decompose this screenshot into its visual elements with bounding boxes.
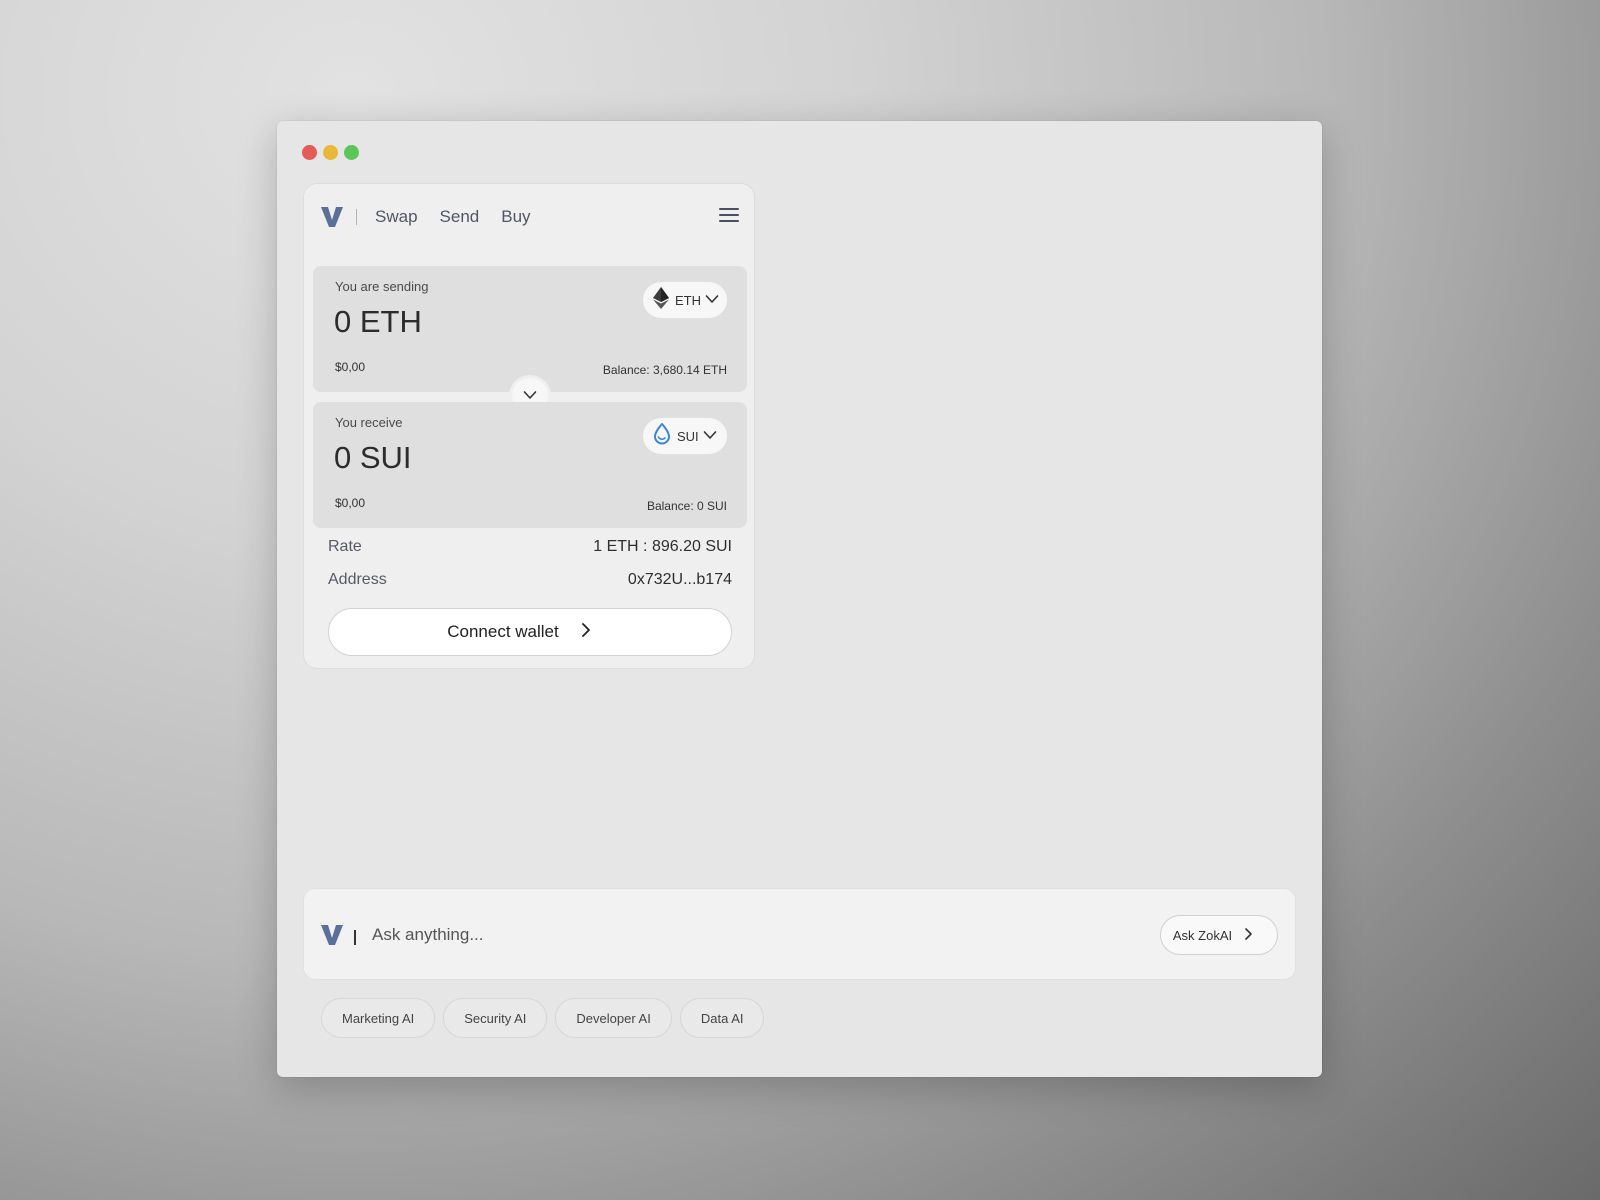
ask-bar: Ask ZokAI	[303, 888, 1296, 980]
send-token-symbol: ETH	[675, 292, 701, 308]
chevron-right-icon	[581, 622, 591, 643]
receive-token-symbol: SUI	[677, 428, 699, 444]
send-panel: You are sending 0 ETH $0,00 Balance: 3,6…	[313, 266, 747, 392]
connect-wallet-button[interactable]: Connect wallet	[328, 608, 732, 656]
send-balance: Balance: 3,680.14 ETH	[602, 363, 727, 377]
chevron-down-icon	[705, 291, 719, 309]
chip-data-ai[interactable]: Data AI	[679, 998, 765, 1038]
address-row: Address 0x732U...b174	[328, 571, 732, 589]
ask-input[interactable]	[370, 917, 1074, 953]
rate-row: Rate 1 ETH : 896.20 SUI	[328, 538, 732, 556]
close-window-button[interactable]	[302, 145, 317, 160]
receive-token-selector[interactable]: SUI	[643, 418, 727, 454]
window-controls	[302, 145, 359, 160]
receive-amount[interactable]: 0 SUI	[334, 440, 412, 476]
swap-card: Swap Send Buy You are sending 0 ETH $0,0…	[303, 183, 755, 669]
suggestion-chips: Marketing AI Security AI Developer AI Da…	[321, 998, 765, 1038]
receive-fiat-value: $0,00	[335, 496, 366, 510]
send-fiat-value: $0,00	[335, 360, 366, 374]
chip-developer-ai[interactable]: Developer AI	[555, 998, 672, 1038]
v-logo-icon[interactable]	[320, 205, 344, 229]
chip-security-ai[interactable]: Security AI	[443, 998, 548, 1038]
minimize-window-button[interactable]	[323, 145, 338, 160]
rate-label: Rate	[328, 538, 362, 555]
connect-wallet-label: Connect wallet	[447, 622, 559, 641]
ask-logo	[320, 923, 356, 952]
ethereum-icon	[653, 286, 669, 314]
maximize-window-button[interactable]	[344, 145, 359, 160]
address-value: 0x732U...b174	[627, 571, 732, 588]
nav-divider	[356, 209, 357, 225]
rate-value: 1 ETH : 896.20 SUI	[593, 538, 732, 555]
hamburger-menu-icon[interactable]	[718, 207, 740, 228]
send-amount[interactable]: 0 ETH	[334, 304, 422, 340]
nav-swap[interactable]: Swap	[375, 207, 418, 227]
ask-zokai-button[interactable]: Ask ZokAI	[1160, 915, 1278, 955]
send-token-selector[interactable]: ETH	[643, 282, 727, 318]
receive-panel: You receive 0 SUI $0,00 Balance: 0 SUI S…	[313, 402, 747, 528]
receive-label: You receive	[335, 415, 403, 430]
ask-zokai-label: Ask ZokAI	[1172, 927, 1233, 943]
chevron-right-icon	[1244, 927, 1253, 944]
nav-send[interactable]: Send	[440, 207, 480, 227]
v-logo-icon	[320, 923, 344, 952]
address-label: Address	[328, 571, 387, 588]
receive-balance: Balance: 0 SUI	[646, 499, 727, 513]
send-label: You are sending	[335, 279, 429, 294]
nav-buy[interactable]: Buy	[501, 207, 530, 227]
chevron-down-icon	[703, 427, 717, 445]
sui-icon	[653, 422, 671, 450]
top-nav: Swap Send Buy	[320, 202, 740, 232]
text-cursor	[354, 930, 356, 945]
app-window: Swap Send Buy You are sending 0 ETH $0,0…	[277, 121, 1322, 1077]
chip-marketing-ai[interactable]: Marketing AI	[321, 998, 436, 1038]
